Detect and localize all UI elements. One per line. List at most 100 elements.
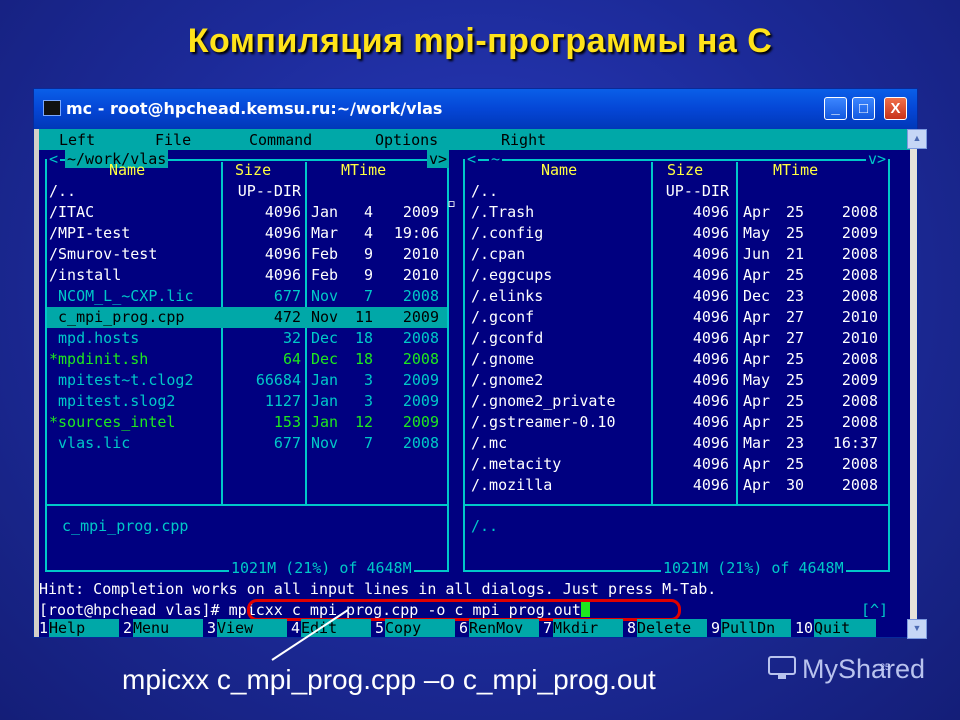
file-row[interactable]: /.eggcups 4096 Apr 25 2008 xyxy=(461,265,910,286)
fkey-number: 7 xyxy=(543,619,553,637)
file-day: 3 xyxy=(363,392,373,410)
file-month: Nov xyxy=(311,308,339,326)
file-time: 2008 xyxy=(841,287,878,305)
file-size: 4096 xyxy=(264,266,301,284)
fkey-pulldn-button[interactable]: PullDn xyxy=(721,619,791,637)
file-row[interactable]: /.. UP--DIR xyxy=(461,181,910,202)
file-month: Apr xyxy=(743,266,771,284)
fkey-view-button[interactable]: View xyxy=(217,619,287,637)
fkey-edit-button[interactable]: Edit xyxy=(301,619,371,637)
scroll-up-arrow-icon[interactable]: ▲ xyxy=(907,129,927,149)
file-row[interactable]: NCOM_L_~CXP.lic 677 Nov 7 2008 xyxy=(39,286,461,307)
file-row[interactable]: vlas.lic 677 Nov 7 2008 xyxy=(39,433,461,454)
file-month: Feb xyxy=(311,266,339,284)
file-size: UP--DIR xyxy=(665,182,729,200)
file-row[interactable]: /ITAC 4096 Jan 4 2009 xyxy=(39,202,461,223)
file-day: 18 xyxy=(354,350,373,368)
file-day: 9 xyxy=(363,245,373,263)
file-row[interactable]: /MPI-test 4096 Mar 4 19:06 xyxy=(39,223,461,244)
file-row[interactable]: /.gnome2 4096 May 25 2009 xyxy=(461,370,910,391)
file-row[interactable]: /.mc 4096 Mar 23 16:37 xyxy=(461,433,910,454)
file-row[interactable]: /.gstreamer-0.10 4096 Apr 25 2008 xyxy=(461,412,910,433)
file-row[interactable]: /.metacity 4096 Apr 25 2008 xyxy=(461,454,910,475)
fkey-number: 3 xyxy=(207,619,217,637)
menu-right[interactable]: Right xyxy=(501,131,546,149)
file-row[interactable]: *sources_intel 153 Jan 12 2009 xyxy=(39,412,461,433)
right-panel[interactable]: < ~ v> Name Size MTime /.. UP--DIR/.Trash… xyxy=(461,150,910,579)
terminal-area[interactable]: Left File Command Options Right < ~/work… xyxy=(39,129,910,637)
fkey-help-button[interactable]: Help xyxy=(49,619,119,637)
file-row[interactable]: /.gconf 4096 Apr 27 2010 xyxy=(461,307,910,328)
right-disk-info: 1021M (21%) of 4648M xyxy=(661,558,846,579)
left-disk-info: 1021M (21%) of 4648M xyxy=(229,558,414,579)
menu-command[interactable]: Command xyxy=(249,131,312,149)
file-day: 27 xyxy=(785,308,804,326)
file-day: 12 xyxy=(354,413,373,431)
file-row[interactable]: /.mozilla 4096 Apr 30 2008 xyxy=(461,475,910,496)
scroll-down-arrow-icon[interactable]: ▼ xyxy=(907,619,927,639)
file-size: 66684 xyxy=(255,371,301,389)
file-row[interactable]: /.config 4096 May 25 2009 xyxy=(461,223,910,244)
file-name: /Smurov-test xyxy=(49,245,158,263)
menu-left[interactable]: Left xyxy=(59,131,95,149)
file-day: 4 xyxy=(363,224,373,242)
file-row[interactable]: /.gnome2_private 4096 Apr 25 2008 xyxy=(461,391,910,412)
file-name: /.mozilla xyxy=(471,476,553,494)
file-size: 4096 xyxy=(264,224,301,242)
file-name: NCOM_L_~CXP.lic xyxy=(49,287,194,305)
file-month: Feb xyxy=(311,245,339,263)
window-scrollbar[interactable]: ▲ ▼ xyxy=(907,129,927,639)
fkey-menu-button[interactable]: Menu xyxy=(133,619,203,637)
file-size: 677 xyxy=(273,287,301,305)
file-time: 2009 xyxy=(402,371,439,389)
file-name: /.gconfd xyxy=(471,329,544,347)
column-header-size[interactable]: Size xyxy=(235,160,271,181)
file-row[interactable]: mpitest.slog2 1127 Jan 3 2009 xyxy=(39,391,461,412)
column-header-mtime[interactable]: MTime xyxy=(773,160,818,181)
file-day: 25 xyxy=(785,266,804,284)
file-time: 2008 xyxy=(841,476,878,494)
file-time: 2008 xyxy=(841,350,878,368)
file-row[interactable]: mpitest~t.clog2 66684 Jan 3 2009 xyxy=(39,370,461,391)
file-row[interactable]: mpd.hosts 32 Dec 18 2008 xyxy=(39,328,461,349)
left-panel[interactable]: < ~/work/vlas v> Name Size MTime /.. UP--… xyxy=(39,150,461,579)
fkey-renmov-button[interactable]: RenMov xyxy=(469,619,539,637)
function-key-bar: 1 Help 2 Menu 3 View 4 Edit 5 Copy 6 RenMov 7 Mkdir 8 D… xyxy=(39,619,910,637)
menu-file[interactable]: File xyxy=(155,131,191,149)
fkey-delete-button[interactable]: Delete xyxy=(637,619,707,637)
file-row[interactable]: /.gnome 4096 Apr 25 2008 xyxy=(461,349,910,370)
fkey-number: 10 xyxy=(795,619,814,637)
window-titlebar[interactable]: mc - root@hpchead.kemsu.ru:~/work/vlas _… xyxy=(34,89,917,129)
minimize-button[interactable]: _ xyxy=(824,97,847,120)
file-size: 4096 xyxy=(692,413,729,431)
fkey-copy-button[interactable]: Copy xyxy=(385,619,455,637)
file-time: 2009 xyxy=(841,371,878,389)
file-day: 3 xyxy=(363,371,373,389)
file-name: /install xyxy=(49,266,122,284)
file-row[interactable]: /.Trash 4096 Apr 25 2008 xyxy=(461,202,910,223)
file-name: c_mpi_prog.cpp xyxy=(49,308,185,326)
file-row[interactable]: /.gconfd 4096 Apr 27 2010 xyxy=(461,328,910,349)
file-row[interactable]: c_mpi_prog.cpp 472 Nov 11 2009 xyxy=(47,307,447,328)
panel-border xyxy=(463,504,890,506)
scroll-hint[interactable]: [^] xyxy=(861,600,888,621)
file-row[interactable]: /.elinks 4096 Dec 23 2008 xyxy=(461,286,910,307)
column-header-mtime[interactable]: MTime xyxy=(341,160,386,181)
file-row[interactable]: /install 4096 Feb 9 2010 xyxy=(39,265,461,286)
file-month: Apr xyxy=(743,329,771,347)
file-day: 25 xyxy=(785,350,804,368)
fkey-quit-button[interactable]: Quit xyxy=(814,619,876,637)
file-row[interactable]: *mpdinit.sh 64 Dec 18 2008 xyxy=(39,349,461,370)
hint-line: Hint: Completion works on all input line… xyxy=(39,580,717,598)
maximize-button[interactable]: □ xyxy=(852,97,875,120)
column-header-size[interactable]: Size xyxy=(667,160,703,181)
column-header-name[interactable]: Name xyxy=(541,160,577,181)
file-month: Jan xyxy=(311,203,339,221)
column-header-name[interactable]: Name xyxy=(109,160,145,181)
menu-options[interactable]: Options xyxy=(375,131,438,149)
close-button[interactable]: X xyxy=(884,97,907,120)
fkey-mkdir-button[interactable]: Mkdir xyxy=(553,619,623,637)
file-row[interactable]: /Smurov-test 4096 Feb 9 2010 xyxy=(39,244,461,265)
file-row[interactable]: /.. UP--DIR xyxy=(39,181,461,202)
file-row[interactable]: /.cpan 4096 Jun 21 2008 xyxy=(461,244,910,265)
